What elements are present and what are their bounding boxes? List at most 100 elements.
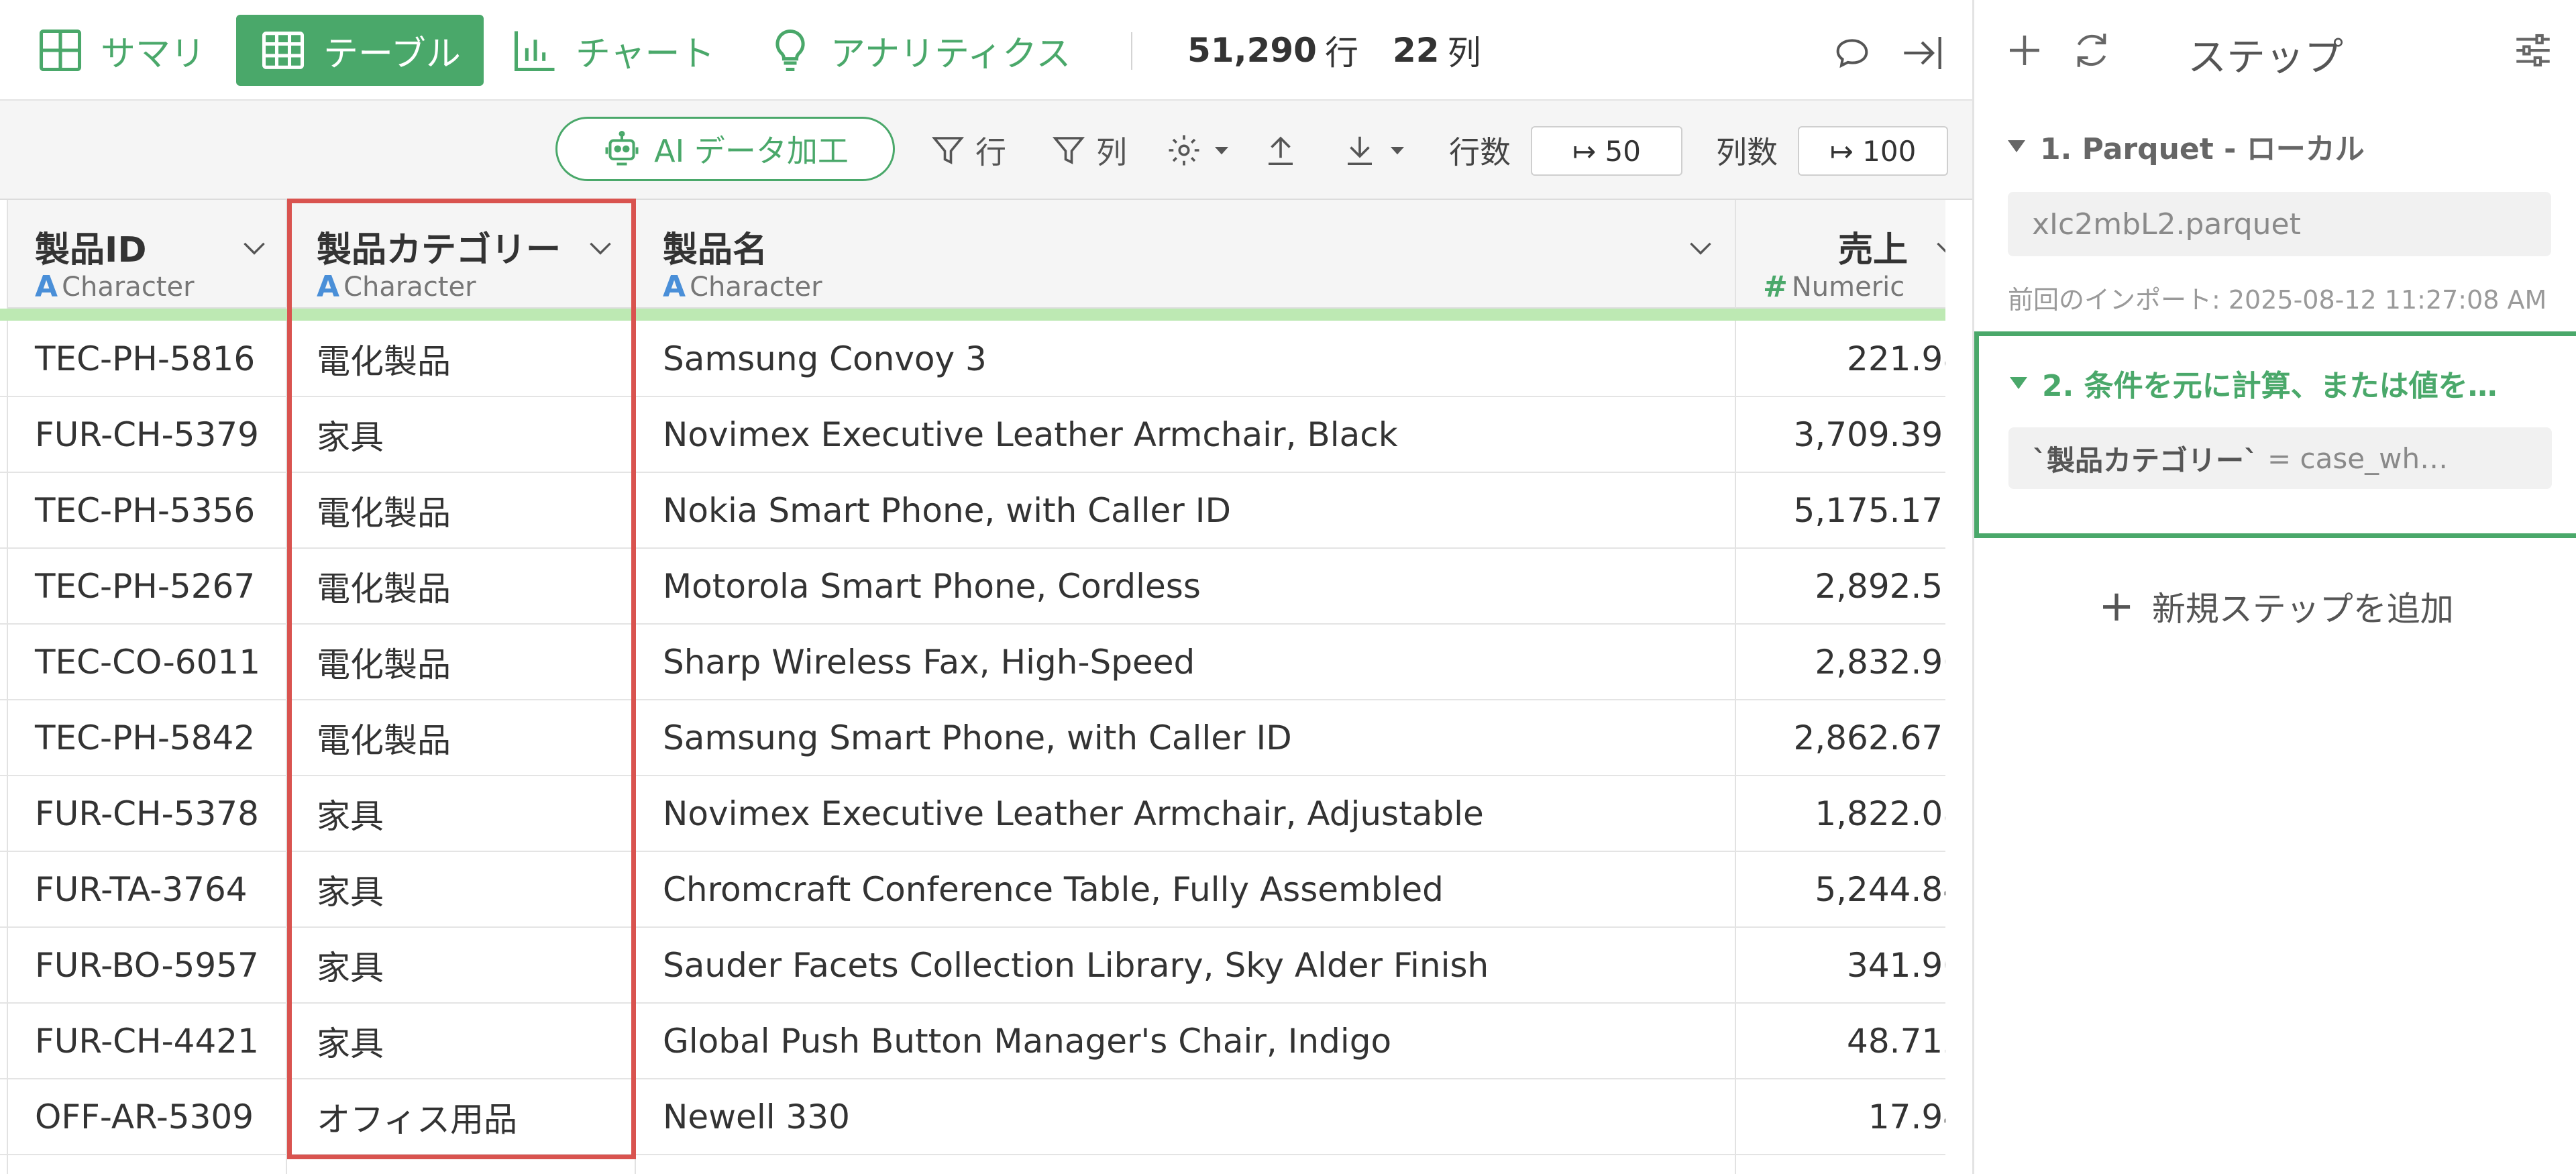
filter-rows-label: 行 xyxy=(975,134,1006,170)
table-icon xyxy=(262,32,305,69)
add-step-label: 新規ステップを追加 xyxy=(2151,590,2454,629)
table-cell[interactable]: 17.94 xyxy=(1736,1079,1945,1155)
triangle-down-icon xyxy=(2010,377,2027,389)
step-2-title[interactable]: 2. 条件を元に計算、または値を… xyxy=(2010,362,2498,405)
tab-analytics[interactable]: アナリティクス xyxy=(765,15,1071,86)
table-cell[interactable]: 1,822.08 xyxy=(1736,776,1945,851)
expression-body: = case_wh… xyxy=(2267,441,2449,475)
column-limit-input[interactable]: ↦ 100 xyxy=(1798,126,1948,176)
tab-chart-label: チャート xyxy=(576,34,715,74)
collapse-panel-icon[interactable] xyxy=(1898,30,1945,76)
steps-panel-header: ステップ xyxy=(1974,0,2576,101)
add-new-step-button[interactable]: + 新規ステップを追加 xyxy=(1974,580,2576,633)
column-header[interactable]: 製品ID A Character xyxy=(8,200,286,309)
numeric-type-icon: # xyxy=(1763,270,1788,304)
expression-column: `製品カテゴリー` xyxy=(2033,443,2259,477)
table-cell[interactable]: 家具 xyxy=(317,776,632,851)
column-header[interactable]: 製品名 A Character xyxy=(636,200,1735,309)
table-cell[interactable]: Chromcraft Conference Table, Fully Assem… xyxy=(663,851,1729,927)
table-cell[interactable]: 電化製品 xyxy=(317,548,632,624)
export-button[interactable] xyxy=(1263,130,1308,170)
filter-columns-button[interactable]: 列 xyxy=(1051,130,1127,170)
column-header[interactable]: 製品カテゴリー A Character xyxy=(287,200,635,309)
filter-rows-button[interactable]: 行 xyxy=(930,130,1006,170)
table-cell[interactable]: 2,892.51 xyxy=(1736,548,1945,624)
table-cell[interactable]: FUR-CH-5379 xyxy=(35,396,283,472)
step-1-label: 1. Parquet - ローカル xyxy=(2040,132,2365,166)
step-2-card[interactable]: 2. 条件を元に計算、または値を… `製品カテゴリー` = case_wh… xyxy=(1974,331,2576,538)
table-cell[interactable]: 221.98 xyxy=(1736,321,1945,396)
last-import-time: 前回のインポート: 2025-08-12 11:27:08 AM xyxy=(2008,285,2547,315)
tab-table[interactable]: テーブル xyxy=(236,15,484,86)
filter-columns-label: 列 xyxy=(1096,134,1127,170)
chevron-down-icon[interactable] xyxy=(584,231,617,264)
table-cell[interactable]: 3,709.395 xyxy=(1736,396,1945,472)
table-cell[interactable]: FUR-BO-5957 xyxy=(35,927,283,1003)
chevron-down-icon[interactable] xyxy=(1684,231,1717,264)
table-cell[interactable]: 48.712 xyxy=(1736,1003,1945,1079)
triangle-down-icon xyxy=(2008,140,2025,152)
table-cell[interactable]: Newell 330 xyxy=(663,1079,1729,1155)
column-type-label: Character xyxy=(62,271,195,303)
table-cell[interactable]: TEC-PH-5267 xyxy=(35,548,283,624)
table-cell[interactable]: 家具 xyxy=(317,851,632,927)
table-cell[interactable]: 5,244.84 xyxy=(1736,851,1945,927)
add-icon[interactable] xyxy=(2002,28,2049,75)
table-cell[interactable]: 電化製品 xyxy=(317,472,632,548)
chevron-down-icon[interactable] xyxy=(237,231,271,264)
column-limit-label: 列数 xyxy=(1716,134,1778,170)
download-dropdown[interactable] xyxy=(1342,130,1407,170)
table-cell[interactable]: Sauder Facets Collection Library, Sky Al… xyxy=(663,927,1729,1003)
row-limit-input[interactable]: ↦ 50 xyxy=(1531,126,1682,176)
table-cell[interactable]: TEC-CO-6011 xyxy=(35,624,283,700)
step-1-title[interactable]: 1. Parquet - ローカル xyxy=(2008,125,2365,168)
table-cell[interactable]: 2,832.96 xyxy=(1736,624,1945,700)
table-cell[interactable]: Novimex Executive Leather Armchair, Blac… xyxy=(663,396,1729,472)
filter-icon xyxy=(931,137,965,164)
step-2-expression[interactable]: `製品カテゴリー` = case_wh… xyxy=(2008,427,2552,489)
table-cell[interactable]: FUR-CH-5378 xyxy=(35,776,283,851)
upload-icon xyxy=(1269,136,1293,166)
column-header[interactable]: 売上 # Numeric xyxy=(1736,200,1945,309)
table-cell[interactable]: Motorola Smart Phone, Cordless xyxy=(663,548,1729,624)
comment-icon[interactable] xyxy=(1829,30,1876,76)
top-nav: サマリ テーブル チャート アナリティクス 51,290 行 22 列 xyxy=(0,0,1972,101)
table-cell[interactable]: FUR-TA-3764 xyxy=(35,851,283,927)
table-cell[interactable]: Nokia Smart Phone, with Caller ID xyxy=(663,472,1729,548)
table-cell[interactable]: TEC-PH-5356 xyxy=(35,472,283,548)
settings-dropdown[interactable] xyxy=(1166,130,1232,170)
column-name: 売上 xyxy=(1838,230,1909,270)
table-cell[interactable]: Samsung Convoy 3 xyxy=(663,321,1729,396)
tab-summary[interactable]: サマリ xyxy=(35,15,205,86)
table-cell[interactable]: Novimex Executive Leather Armchair, Adju… xyxy=(663,776,1729,851)
table-cell[interactable]: FUR-CH-4421 xyxy=(35,1003,283,1079)
table-cell[interactable]: Global Push Button Manager's Chair, Indi… xyxy=(663,1003,1729,1079)
tab-analytics-label: アナリティクス xyxy=(830,34,1071,74)
table-cell[interactable]: 2,862.675 xyxy=(1736,700,1945,776)
ai-data-processing-button[interactable]: AI データ加工 xyxy=(555,117,895,181)
table-cell[interactable]: オフィス用品 xyxy=(317,1079,632,1155)
table-cell[interactable]: TEC-PH-5816 xyxy=(35,321,283,396)
table-cell[interactable]: Samsung Smart Phone, with Caller ID xyxy=(663,700,1729,776)
table-cell[interactable]: OFF-AR-5309 xyxy=(35,1079,283,1155)
chevron-down-icon[interactable] xyxy=(1931,231,1945,264)
table-cell[interactable]: 電化製品 xyxy=(317,624,632,700)
table-cell[interactable]: 341.96 xyxy=(1736,927,1945,1003)
table-cell[interactable]: 家具 xyxy=(317,927,632,1003)
table-cell[interactable]: 家具 xyxy=(317,1003,632,1079)
sliders-icon[interactable] xyxy=(2511,28,2558,75)
tab-chart[interactable]: チャート xyxy=(510,15,714,86)
column-type: A Character xyxy=(317,270,476,304)
table-cell[interactable]: Sharp Wireless Fax, High-Speed xyxy=(663,624,1729,700)
bar-chart-icon xyxy=(514,31,555,72)
table-cell[interactable]: 家具 xyxy=(317,396,632,472)
table-cell[interactable]: 電化製品 xyxy=(317,321,632,396)
refresh-icon[interactable] xyxy=(2070,28,2116,75)
table-cell[interactable]: 電化製品 xyxy=(317,700,632,776)
table-cell[interactable]: TEC-PH-5842 xyxy=(35,700,283,776)
download-icon xyxy=(1348,136,1372,166)
header-quality-bar xyxy=(0,309,1945,321)
table-cell[interactable]: 5,175.171 xyxy=(1736,472,1945,548)
step-1-file[interactable]: xIc2mbL2.parquet xyxy=(2008,192,2551,256)
summary-icon xyxy=(39,29,82,72)
